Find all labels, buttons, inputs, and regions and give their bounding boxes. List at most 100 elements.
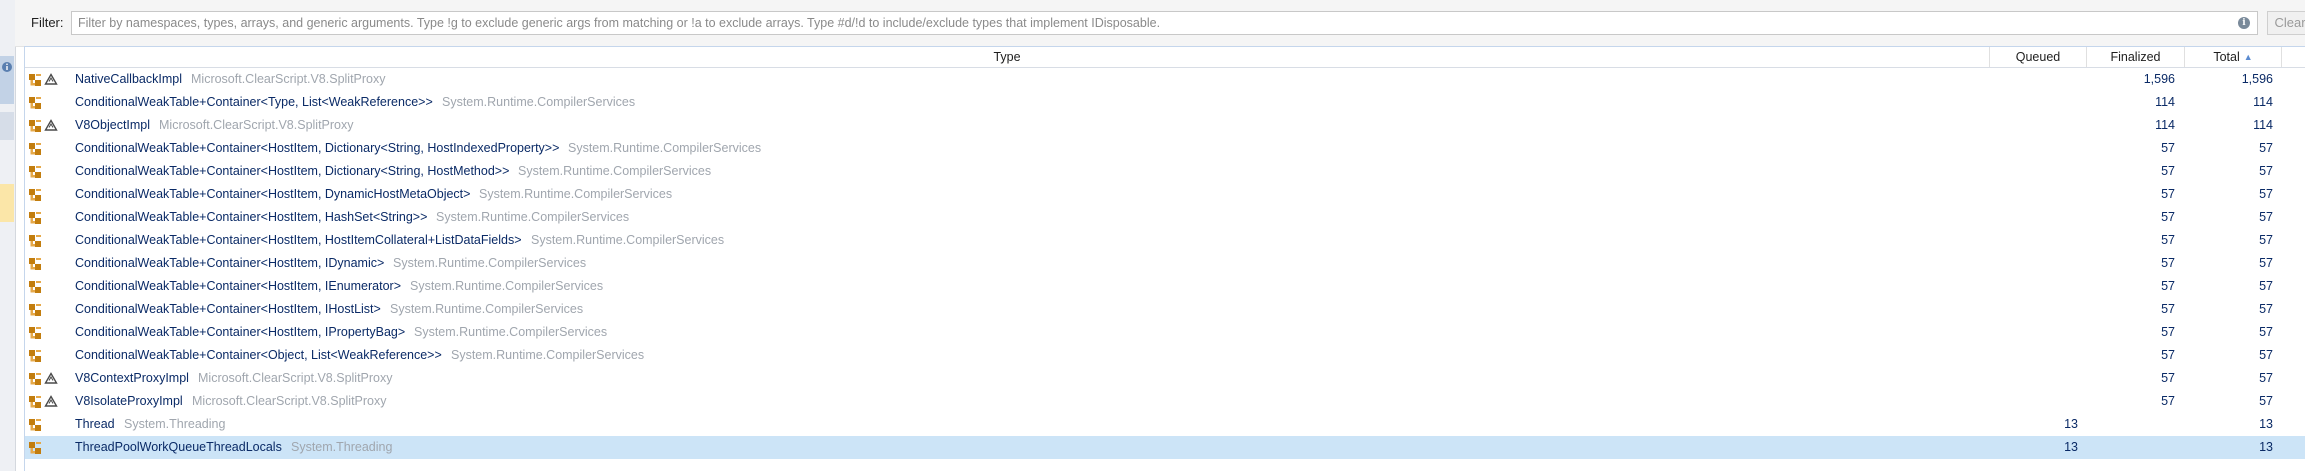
filter-input[interactable] (71, 11, 2258, 35)
type-name: ConditionalWeakTable+Container<HostItem,… (75, 233, 522, 247)
type-name: V8ObjectImpl (75, 118, 151, 132)
grid-header: Type Queued Finalized Total ▲ (25, 47, 2305, 68)
column-header-finalized[interactable]: Finalized (2087, 47, 2185, 67)
finalized-count: 57 (2161, 164, 2175, 178)
table-row[interactable]: ConditionalWeakTable+Container<HostItem,… (25, 229, 2305, 252)
type-name: V8IsolateProxyImpl (75, 394, 183, 408)
column-header-label: Total (2213, 50, 2240, 64)
type-name: ConditionalWeakTable+Container<Object, L… (75, 348, 442, 362)
type-name: ConditionalWeakTable+Container<HostItem,… (75, 256, 385, 270)
finalized-count: 57 (2161, 233, 2175, 247)
type-name: ConditionalWeakTable+Container<HostItem,… (75, 141, 560, 155)
total-count: 57 (2259, 187, 2273, 201)
finalized-count: 57 (2161, 302, 2175, 316)
column-header-label: Finalized (2110, 50, 2161, 64)
finalized-count: 57 (2161, 348, 2175, 362)
total-count: 57 (2259, 164, 2273, 178)
total-count: 57 (2259, 302, 2273, 316)
type-namespace: Microsoft.ClearScript.V8.SplitProxy (191, 72, 386, 86)
finalized-count: 57 (2161, 187, 2175, 201)
class-icon (28, 440, 42, 463)
type-namespace: System.Runtime.CompilerServices (410, 279, 604, 293)
type-name: ConditionalWeakTable+Container<HostItem,… (75, 210, 428, 224)
column-header-type[interactable]: Type (25, 47, 1990, 67)
total-count: 57 (2259, 279, 2273, 293)
clear-button[interactable]: Clear (2267, 11, 2305, 35)
total-count: 13 (2259, 440, 2273, 454)
filter-label: Filter: (31, 15, 64, 30)
total-count: 57 (2259, 394, 2273, 408)
side-panel-item (0, 112, 14, 140)
type-namespace: System.Threading (291, 440, 393, 454)
type-namespace: System.Runtime.CompilerServices (390, 302, 584, 316)
finalized-count: 57 (2161, 141, 2175, 155)
table-row[interactable]: ConditionalWeakTable+Container<HostItem,… (25, 206, 2305, 229)
type-name: ConditionalWeakTable+Container<Type, Lis… (75, 95, 433, 109)
type-name: ThreadPoolWorkQueueThreadLocals (75, 440, 282, 454)
type-namespace: System.Threading (124, 417, 226, 431)
column-header-queued[interactable]: Queued (1990, 47, 2087, 67)
queued-count: 13 (2064, 440, 2078, 454)
type-namespace: Microsoft.ClearScript.V8.SplitProxy (192, 394, 387, 408)
table-row[interactable]: V8ContextProxyImpl Microsoft.ClearScript.… (25, 367, 2305, 390)
table-row[interactable]: ConditionalWeakTable+Container<HostItem,… (25, 298, 2305, 321)
table-row[interactable]: NativeCallbackImpl Microsoft.ClearScript.… (25, 68, 2305, 91)
type-namespace: System.Runtime.CompilerServices (518, 164, 712, 178)
column-header-label: Queued (2015, 50, 2061, 64)
finalized-count: 1,596 (2143, 72, 2175, 86)
finalized-count: 57 (2161, 256, 2175, 270)
table-row[interactable]: ThreadPoolWorkQueueThreadLocals System.Th… (25, 436, 2305, 459)
side-panel-highlight (0, 184, 14, 222)
total-count: 114 (2253, 95, 2273, 109)
finalized-count: 114 (2155, 95, 2175, 109)
finalized-count: 57 (2161, 371, 2175, 385)
type-namespace: Microsoft.ClearScript.V8.SplitProxy (198, 371, 393, 385)
total-count: 57 (2259, 371, 2273, 385)
total-count: 57 (2259, 210, 2273, 224)
type-namespace: System.Runtime.CompilerServices (568, 141, 762, 155)
type-name: V8ContextProxyImpl (75, 371, 189, 385)
type-name: ConditionalWeakTable+Container<HostItem,… (75, 164, 510, 178)
type-namespace: System.Runtime.CompilerServices (531, 233, 725, 247)
type-namespace: System.Runtime.CompilerServices (451, 348, 645, 362)
type-namespace: System.Runtime.CompilerServices (442, 95, 636, 109)
finalized-count: 114 (2155, 118, 2175, 132)
table-row[interactable]: ConditionalWeakTable+Container<HostItem,… (25, 160, 2305, 183)
type-namespace: Microsoft.ClearScript.V8.SplitProxy (159, 118, 354, 132)
table-row[interactable]: ConditionalWeakTable+Container<Object, L… (25, 344, 2305, 367)
table-row[interactable]: ConditionalWeakTable+Container<HostItem,… (25, 252, 2305, 275)
type-name: ConditionalWeakTable+Container<HostItem,… (75, 302, 381, 316)
finalized-count: 57 (2161, 279, 2175, 293)
total-count: 57 (2259, 233, 2273, 247)
table-row[interactable]: ConditionalWeakTable+Container<HostItem,… (25, 321, 2305, 344)
table-row[interactable]: ConditionalWeakTable+Container<Type, Lis… (25, 91, 2305, 114)
total-count: 13 (2259, 417, 2273, 431)
table-row[interactable]: Thread System.Threading 13 13 (25, 413, 2305, 436)
type-namespace: System.Runtime.CompilerServices (436, 210, 630, 224)
table-row[interactable]: V8ObjectImpl Microsoft.ClearScript.V8.Spl… (25, 114, 2305, 137)
type-name: Thread (75, 417, 115, 431)
finalized-count: 57 (2161, 325, 2175, 339)
column-header-total[interactable]: Total ▲ (2185, 47, 2282, 67)
total-count: 57 (2259, 141, 2273, 155)
table-row[interactable]: V8IsolateProxyImpl Microsoft.ClearScript.… (25, 390, 2305, 413)
table-row[interactable]: ConditionalWeakTable+Container<HostItem,… (25, 275, 2305, 298)
total-count: 57 (2259, 325, 2273, 339)
side-panel-edge (0, 0, 16, 471)
type-name: ConditionalWeakTable+Container<HostItem,… (75, 187, 471, 201)
type-name: NativeCallbackImpl (75, 72, 182, 86)
queued-count: 13 (2064, 417, 2078, 431)
type-namespace: System.Runtime.CompilerServices (393, 256, 587, 270)
column-header-label: Type (993, 50, 1021, 64)
types-grid: Type Queued Finalized Total ▲ NativeCallb… (24, 46, 2305, 471)
total-count: 57 (2259, 256, 2273, 270)
filter-bar: Filter: i Clear (15, 0, 2305, 47)
table-row[interactable]: ConditionalWeakTable+Container<HostItem,… (25, 137, 2305, 160)
info-icon[interactable]: i (2238, 17, 2250, 29)
type-namespace: System.Runtime.CompilerServices (479, 187, 673, 201)
total-count: 1,596 (2241, 72, 2273, 86)
type-name: ConditionalWeakTable+Container<HostItem,… (75, 325, 406, 339)
column-header-filler (2282, 47, 2305, 67)
sort-ascending-icon[interactable]: ▲ (2244, 52, 2253, 62)
table-row[interactable]: ConditionalWeakTable+Container<HostItem,… (25, 183, 2305, 206)
